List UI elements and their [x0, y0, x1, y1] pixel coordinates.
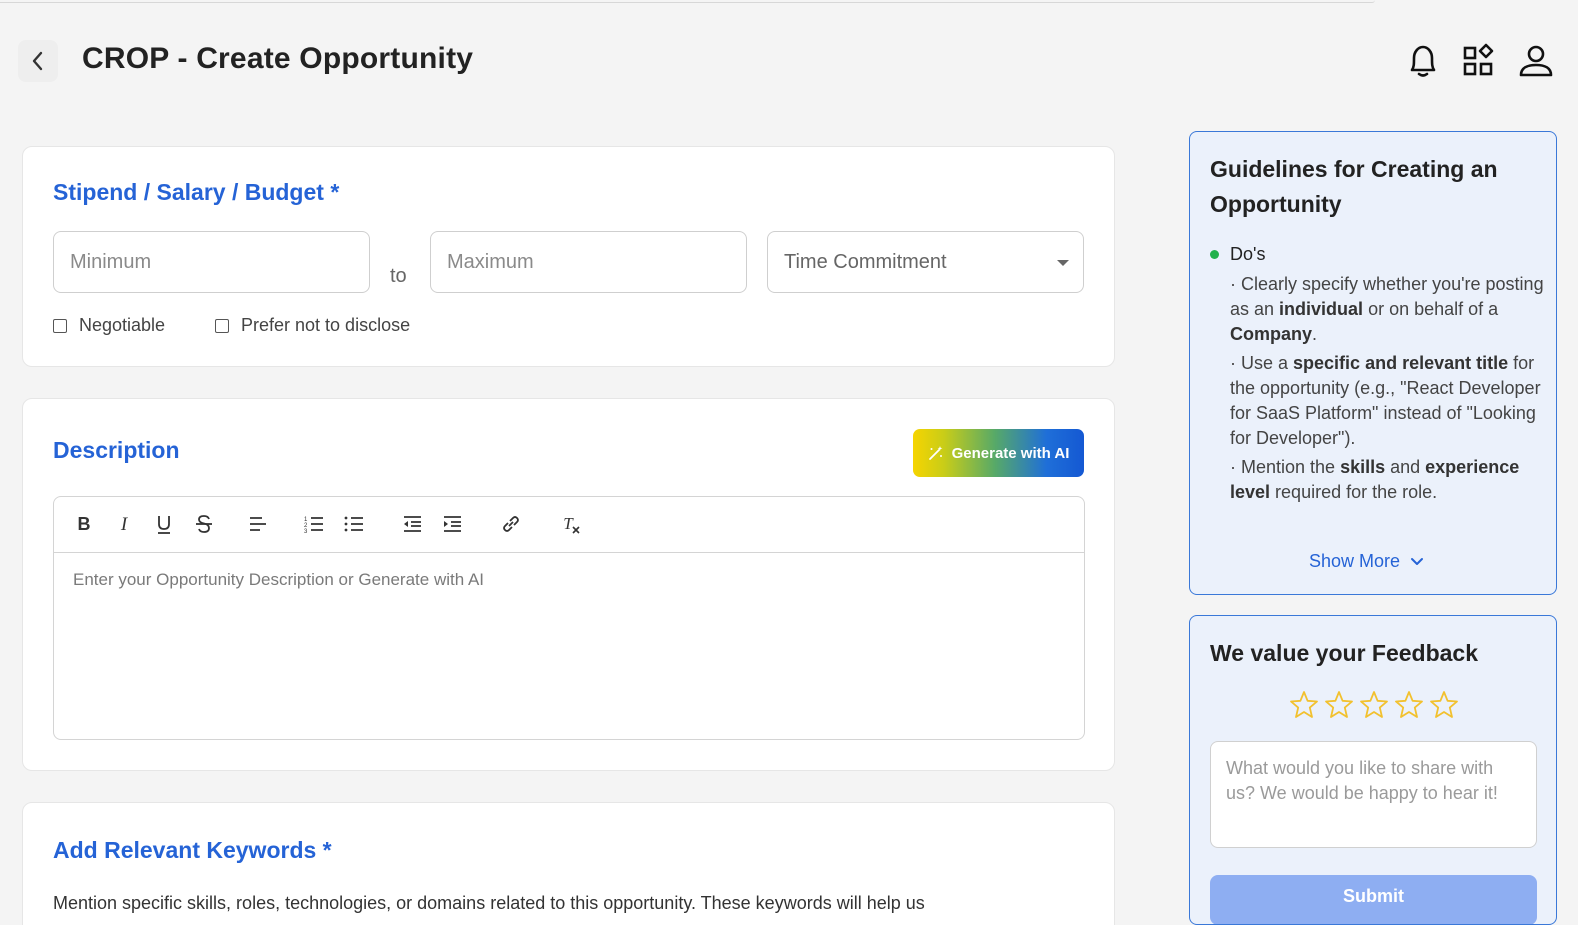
strikethrough-button[interactable]	[192, 512, 216, 536]
stipend-title: Stipend / Salary / Budget *	[53, 179, 340, 205]
description-title: Description	[53, 437, 180, 463]
star-icon[interactable]	[1429, 690, 1459, 720]
star-icon[interactable]	[1324, 690, 1354, 720]
description-card: Description Generate with AI B I 123 T E…	[22, 398, 1115, 771]
italic-button[interactable]: I	[112, 512, 136, 536]
guidelines-title: Guidelines for Creating an Opportunity	[1210, 156, 1498, 217]
feedback-textarea[interactable]: What would you like to share with us? We…	[1210, 741, 1537, 848]
description-placeholder: Enter your Opportunity Description or Ge…	[73, 570, 485, 589]
chevron-left-icon	[32, 51, 43, 71]
align-left-icon	[250, 517, 266, 531]
apps-button[interactable]	[1460, 42, 1498, 80]
green-dot-icon	[1210, 250, 1219, 259]
page-title: CROP - Create Opportunity	[82, 42, 474, 75]
guidelines-panel: Guidelines for Creating an Opportunity D…	[1189, 131, 1557, 595]
prefer-not-label: Prefer not to disclose	[241, 315, 411, 335]
to-label: to	[390, 265, 407, 287]
outdent-button[interactable]	[400, 512, 424, 536]
maximum-input[interactable]: Maximum	[430, 231, 747, 293]
negotiable-label: Negotiable	[79, 315, 166, 335]
ordered-list-icon: 123	[304, 517, 323, 535]
bullet-list-icon	[344, 516, 363, 532]
star-icon[interactable]	[1359, 690, 1389, 720]
guideline-item: · Clearly specify whether you're posting…	[1230, 274, 1544, 344]
bold-icon: B	[78, 514, 91, 534]
show-more-label: Show More	[1309, 551, 1401, 571]
stipend-card: Stipend / Salary / Budget * Minimum to M…	[22, 146, 1115, 367]
show-more-button[interactable]: Show More	[1309, 551, 1424, 572]
italic-icon: I	[120, 514, 129, 535]
link-icon	[503, 516, 519, 532]
generate-ai-label: Generate with AI	[951, 444, 1070, 462]
outdent-icon	[404, 516, 421, 532]
dos-label: Do's	[1230, 244, 1266, 264]
underline-button[interactable]	[152, 512, 176, 536]
notifications-button[interactable]	[1404, 42, 1442, 80]
feedback-panel: We value your Feedback What would you li…	[1189, 615, 1557, 925]
bell-icon	[1410, 45, 1436, 77]
star-rating[interactable]	[1289, 690, 1464, 720]
indent-icon	[444, 516, 461, 532]
svg-text:I: I	[120, 514, 129, 535]
star-icon[interactable]	[1394, 690, 1424, 720]
clear-format-icon: T	[563, 514, 580, 534]
prefer-not-option[interactable]: Prefer not to disclose	[215, 315, 410, 336]
apps-grid-icon	[1463, 43, 1494, 76]
editor-toolbar: B I 123 T	[54, 497, 1084, 553]
keywords-card: Add Relevant Keywords * Mention specific…	[22, 802, 1115, 925]
time-commitment-value: Time Commitment	[784, 250, 947, 273]
generate-ai-button[interactable]: Generate with AI	[913, 429, 1084, 477]
submit-button[interactable]: Submit	[1210, 875, 1537, 924]
star-icon[interactable]	[1289, 690, 1319, 720]
minimum-input[interactable]: Minimum	[53, 231, 370, 293]
prefer-not-checkbox[interactable]	[215, 318, 229, 333]
back-button[interactable]	[18, 40, 58, 82]
svg-text:B: B	[78, 514, 91, 534]
align-left-button[interactable]	[246, 512, 270, 536]
chevron-down-icon	[1411, 557, 1424, 565]
link-button[interactable]	[499, 512, 523, 536]
indent-button[interactable]	[440, 512, 464, 536]
keywords-title: Add Relevant Keywords *	[53, 837, 332, 863]
clear-format-button[interactable]: T	[558, 512, 582, 536]
bullet-list-button[interactable]	[342, 512, 366, 536]
magic-wand-icon	[928, 446, 942, 460]
caret-down-icon	[1057, 260, 1069, 266]
negotiable-checkbox[interactable]	[53, 318, 67, 333]
underline-icon	[158, 516, 170, 534]
dos-heading: Do's	[1210, 244, 1265, 265]
svg-text:3: 3	[304, 529, 308, 535]
guideline-item: · Use a specific and relevant title for …	[1230, 353, 1541, 448]
guideline-item: · Mention the skills and experience leve…	[1230, 457, 1520, 502]
bold-button[interactable]: B	[72, 512, 96, 536]
ordered-list-button[interactable]: 123	[302, 512, 326, 536]
description-editor[interactable]: B I 123 T Enter your Opportunity Descrip…	[53, 496, 1085, 740]
profile-button[interactable]	[1517, 42, 1555, 80]
browser-edge	[0, 0, 1375, 3]
svg-text:T: T	[563, 514, 574, 533]
strikethrough-icon	[196, 515, 212, 533]
user-icon	[1519, 45, 1553, 77]
feedback-title: We value your Feedback	[1210, 640, 1479, 666]
negotiable-option[interactable]: Negotiable	[53, 315, 165, 336]
keywords-description: Mention specific skills, roles, technolo…	[53, 893, 925, 913]
time-commitment-select[interactable]: Time Commitment	[767, 231, 1084, 293]
